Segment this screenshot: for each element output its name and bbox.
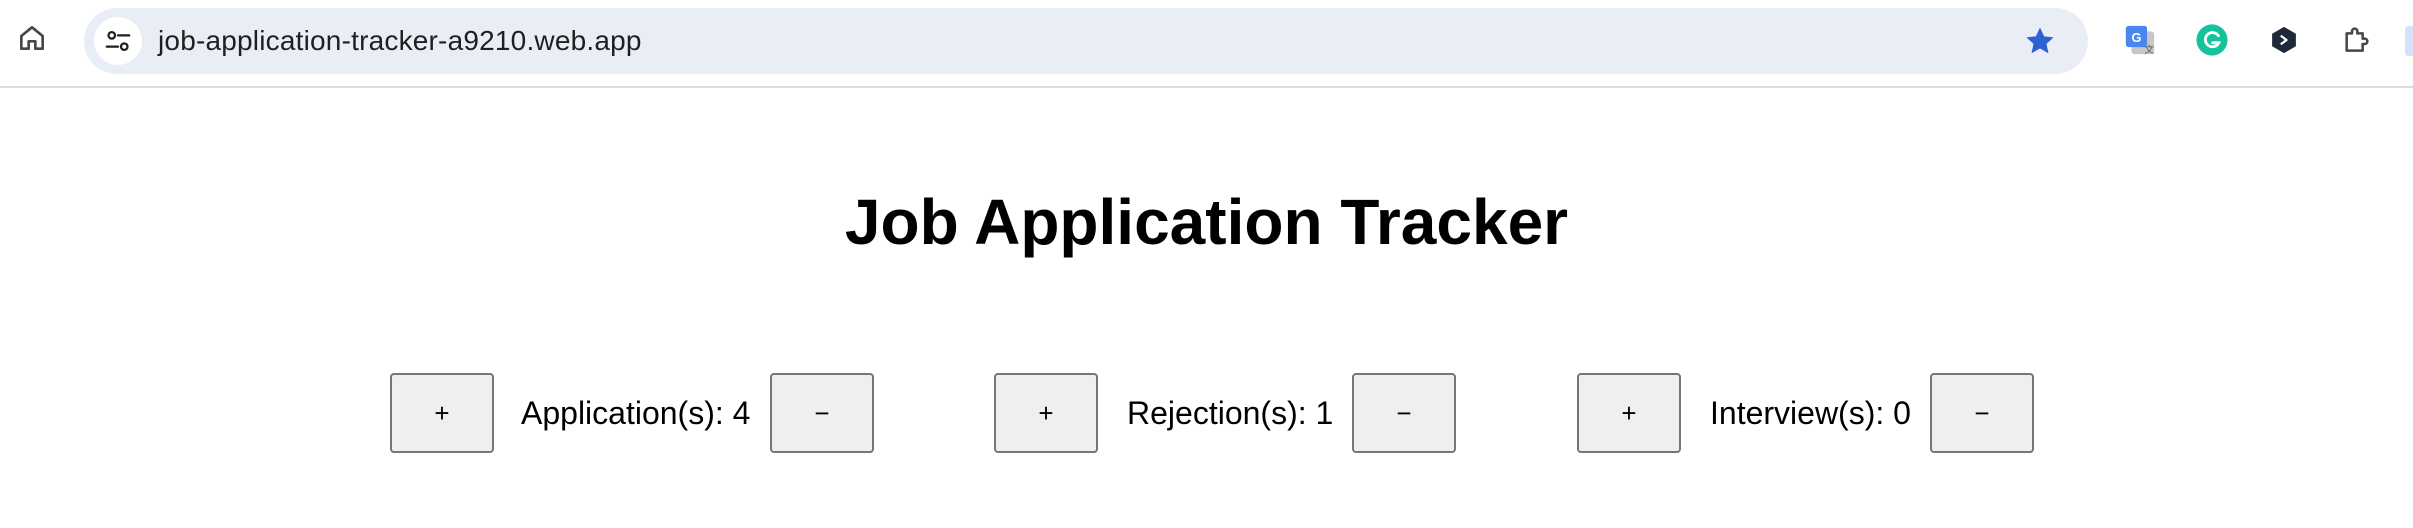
star-icon[interactable] [2022, 23, 2058, 59]
grammarly-icon[interactable] [2194, 22, 2230, 58]
applications-count-label: Application(s): 4 [521, 395, 751, 431]
increment-rejections-button[interactable]: + [994, 373, 1098, 453]
interviews-count-label: Interview(s): 0 [1710, 395, 1911, 431]
page-title: Job Application Tracker [844, 186, 1569, 258]
decrement-rejections-button[interactable]: − [1352, 373, 1456, 453]
puzzle-icon[interactable] [2338, 22, 2374, 58]
svg-text:G: G [2131, 30, 2141, 45]
increment-interviews-button[interactable]: + [1577, 373, 1681, 453]
google-translate-icon[interactable]: G 文 [2122, 22, 2158, 58]
side-panel-edge [2405, 26, 2413, 56]
increment-applications-button[interactable]: + [390, 373, 494, 453]
address-bar[interactable]: job-application-tracker-a9210.web.app [84, 8, 2088, 74]
dev-extension-icon[interactable] [2266, 22, 2302, 58]
decrement-applications-button[interactable]: − [770, 373, 874, 453]
svg-text:文: 文 [2144, 43, 2154, 56]
tune-icon[interactable] [94, 17, 142, 65]
rejections-count-label: Rejection(s): 1 [1127, 395, 1334, 431]
decrement-interviews-button[interactable]: − [1930, 373, 2034, 453]
url-text[interactable]: job-application-tracker-a9210.web.app [158, 8, 642, 74]
home-icon[interactable] [14, 20, 50, 56]
browser-toolbar: job-application-tracker-a9210.web.app G … [0, 0, 2413, 88]
